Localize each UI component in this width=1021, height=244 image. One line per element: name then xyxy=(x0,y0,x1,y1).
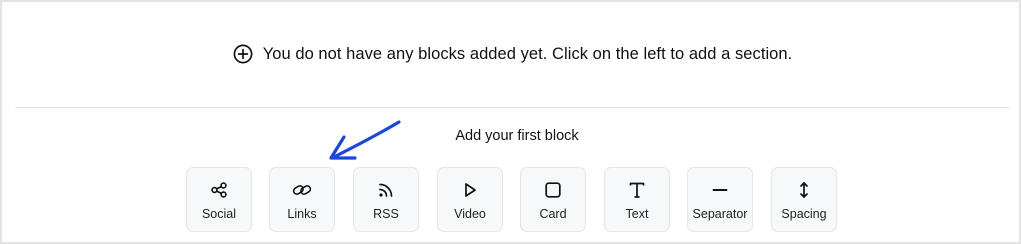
block-button-separator[interactable]: Separator xyxy=(687,167,753,232)
page-frame: You do not have any blocks added yet. Cl… xyxy=(0,0,1021,244)
card-icon xyxy=(543,180,563,200)
hint-arrow-icon xyxy=(329,120,401,160)
empty-state-message: You do not have any blocks added yet. Cl… xyxy=(262,44,793,63)
block-label: RSS xyxy=(373,207,399,221)
block-label: Text xyxy=(625,207,649,221)
block-label: Links xyxy=(287,207,317,221)
share-icon xyxy=(209,180,229,200)
block-button-spacing[interactable]: Spacing xyxy=(771,167,837,232)
block-button-card[interactable]: Card xyxy=(520,167,586,232)
block-label: Video xyxy=(454,207,486,221)
text-icon xyxy=(627,180,647,200)
link-icon xyxy=(292,180,312,200)
section-divider xyxy=(15,107,1010,108)
separator-icon xyxy=(710,180,730,200)
empty-state-notice: You do not have any blocks added yet. Cl… xyxy=(2,40,1021,68)
block-label: Spacing xyxy=(781,207,827,221)
spacing-icon xyxy=(794,180,814,200)
play-icon xyxy=(460,180,480,200)
block-label: Card xyxy=(539,207,567,221)
block-button-social[interactable]: Social xyxy=(186,167,252,232)
block-button-video[interactable]: Video xyxy=(437,167,503,232)
block-button-text[interactable]: Text xyxy=(604,167,670,232)
block-label: Separator xyxy=(692,207,748,221)
rss-icon xyxy=(376,180,396,200)
block-button-rss[interactable]: RSS xyxy=(353,167,419,232)
block-button-links[interactable]: Links xyxy=(269,167,335,232)
plus-circle-icon xyxy=(233,44,253,64)
add-block-title: Add your first block xyxy=(455,128,579,144)
block-label: Social xyxy=(201,207,237,221)
